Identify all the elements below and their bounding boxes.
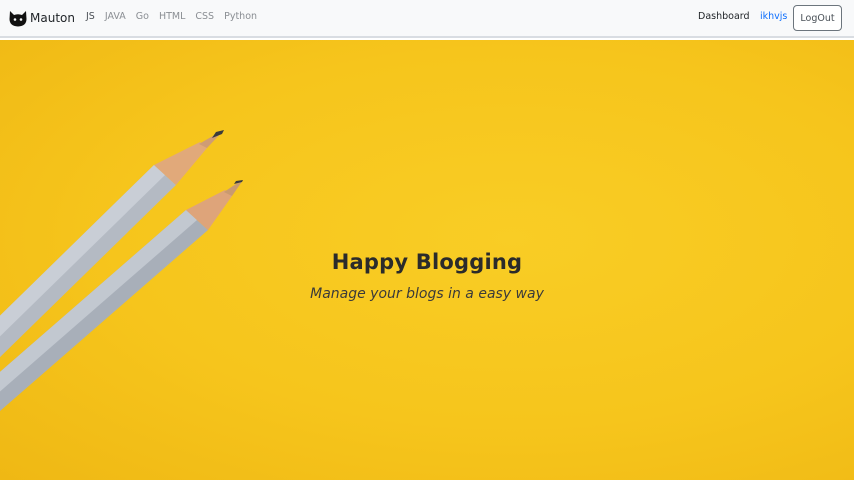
nav-links: JS JAVA Go HTML CSS Python bbox=[86, 11, 267, 23]
dashboard-link[interactable]: Dashboard bbox=[698, 11, 750, 23]
nav-link-js[interactable]: JS bbox=[86, 11, 95, 23]
brand-link[interactable]: Mauton bbox=[7, 7, 75, 29]
hero-banner: Happy Blogging Manage your blogs in a ea… bbox=[0, 40, 854, 480]
nav-link-python[interactable]: Python bbox=[224, 11, 257, 23]
brand-name: Mauton bbox=[30, 11, 75, 25]
username-link[interactable]: ikhvjs bbox=[760, 11, 787, 23]
nav-link-java[interactable]: JAVA bbox=[105, 11, 126, 23]
nav-link-css[interactable]: CSS bbox=[195, 11, 214, 23]
navbar: Mauton JS JAVA Go HTML CSS Python Dashbo… bbox=[0, 0, 854, 38]
logout-button[interactable]: LogOut bbox=[793, 5, 842, 31]
hero-title: Happy Blogging bbox=[331, 250, 523, 274]
nav-link-html[interactable]: HTML bbox=[159, 11, 185, 23]
hero-subtitle: Manage your blogs in a easy way bbox=[310, 286, 544, 302]
cat-icon bbox=[9, 11, 27, 27]
nav-link-go[interactable]: Go bbox=[136, 11, 149, 23]
